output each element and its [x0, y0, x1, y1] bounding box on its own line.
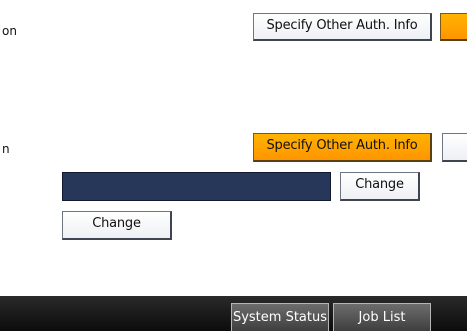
- job-list-button[interactable]: Job List: [333, 303, 431, 331]
- text-field[interactable]: [62, 172, 331, 201]
- change-button-1[interactable]: Change: [340, 172, 420, 201]
- row1-selected-option-button[interactable]: [440, 13, 467, 41]
- row1-label: on: [2, 24, 17, 38]
- system-status-button[interactable]: System Status: [231, 303, 329, 331]
- change-button-2[interactable]: Change: [62, 211, 172, 240]
- row2-label: n: [2, 142, 10, 156]
- specify-other-auth-info-button-2[interactable]: Specify Other Auth. Info: [253, 133, 432, 162]
- specify-other-auth-info-button-1[interactable]: Specify Other Auth. Info: [253, 13, 432, 41]
- row2-option-button[interactable]: [442, 133, 467, 162]
